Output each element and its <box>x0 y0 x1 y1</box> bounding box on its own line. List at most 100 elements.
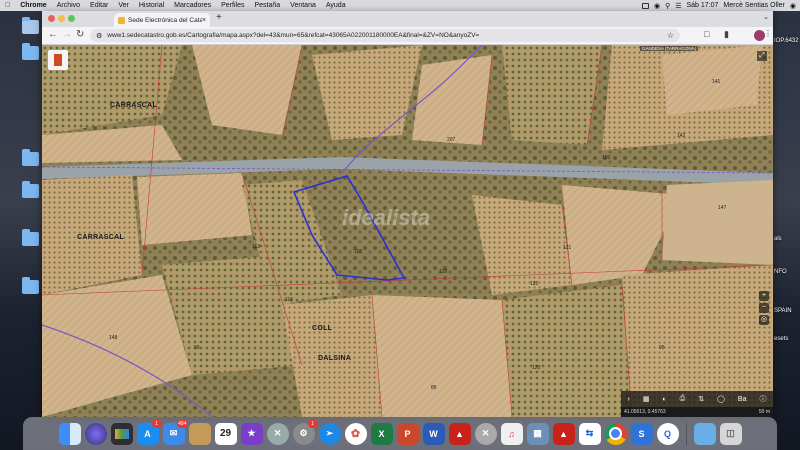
dock-separator <box>685 422 687 445</box>
teamviewer-icon[interactable]: ⇆ <box>578 422 601 445</box>
desktop-folder-icon[interactable] <box>22 17 39 34</box>
menu-pestana[interactable]: Pestaña <box>254 2 280 9</box>
disk-utility-icon[interactable]: ✕ <box>266 422 289 445</box>
map-statusbar: 41.05613, 0.45763 50 m <box>621 407 773 417</box>
menu-editar[interactable]: Editar <box>90 2 108 9</box>
zoom-out-button[interactable]: − <box>759 303 769 313</box>
preview-icon[interactable]: ▦ <box>526 422 549 445</box>
browser-window: Sede Electrónica del Catastro × + ⌄ ← → … <box>42 11 773 417</box>
side-panel-icon[interactable]: ▮ <box>724 29 729 40</box>
utility-icon[interactable]: ✕ <box>474 422 497 445</box>
municipality-label: GANDESA (TARRAGONA) <box>640 46 699 51</box>
quicktime-icon[interactable]: Q <box>656 422 679 445</box>
desktop-folder-icon[interactable] <box>22 277 39 294</box>
acrobat-reader-icon[interactable]: ▲ <box>552 422 575 445</box>
word-icon[interactable]: W <box>422 422 445 445</box>
photos-icon[interactable]: ✿ <box>344 422 367 445</box>
powerpoint-icon[interactable]: P <box>396 422 419 445</box>
siri-launchpad-icon[interactable] <box>84 422 107 445</box>
mission-control-icon[interactable] <box>110 422 133 445</box>
control-center-icon[interactable]: ☰ <box>675 2 681 10</box>
address-url[interactable]: www1.sedecatastro.gob.es/Cartografia/map… <box>107 32 667 39</box>
extensions-puzzle-icon[interactable]: □ <box>704 29 709 39</box>
wifi-icon[interactable]: ◉ <box>654 2 660 10</box>
new-tab-button[interactable]: + <box>216 12 222 23</box>
print-icon[interactable]: ⎙ <box>680 395 686 403</box>
battery-icon[interactable] <box>641 2 649 9</box>
parcel-number: 142 <box>677 133 686 139</box>
notes-folder-icon[interactable] <box>188 422 211 445</box>
menu-app-name[interactable]: Chrome <box>20 2 46 9</box>
acrobat-icon[interactable]: ▲ <box>448 422 471 445</box>
system-preferences-icon[interactable]: ⚙ 1 <box>292 419 318 445</box>
desktop-folder-icon[interactable] <box>22 149 39 166</box>
desktop-folder-icon[interactable] <box>22 229 39 246</box>
desktop-folder-icon[interactable] <box>22 43 39 60</box>
bookmark-star-icon[interactable]: ☆ <box>667 31 674 40</box>
chrome-icon[interactable] <box>604 422 627 445</box>
address-bar[interactable]: ⚙ www1.sedecatastro.gob.es/Cartografia/m… <box>90 29 680 42</box>
downloads-folder-icon[interactable] <box>693 422 716 445</box>
browser-toolbar: ← → ↻ ⚙ www1.sedecatastro.gob.es/Cartogr… <box>42 27 773 45</box>
menu-marcadores[interactable]: Marcadores <box>174 2 211 9</box>
locate-icon[interactable]: ◎ <box>759 315 769 325</box>
desktop-file-label[interactable]: NFO <box>774 269 787 275</box>
close-window-button[interactable] <box>48 15 55 22</box>
calendar-icon[interactable]: 29 <box>214 422 237 445</box>
reload-icon[interactable]: ↻ <box>76 29 84 40</box>
desktop-file-label[interactable]: als <box>774 236 782 242</box>
zoom-in-button[interactable]: + <box>759 291 769 301</box>
globe-icon[interactable]: ◐ <box>662 396 666 403</box>
catastro-logo-icon[interactable] <box>48 50 68 70</box>
parcel-number: 95 <box>659 345 665 351</box>
trash-icon[interactable]: ◫ <box>719 422 742 445</box>
menu-historial[interactable]: Historial <box>139 2 164 9</box>
music-icon[interactable]: ♫ <box>500 422 523 445</box>
app-store-icon[interactable]: A1 <box>136 419 162 445</box>
menu-user[interactable]: Mercè Sentias Oller <box>723 2 784 9</box>
apple-icon[interactable]:  <box>5 2 10 9</box>
skype-icon[interactable]: S <box>630 422 653 445</box>
close-tab-icon[interactable]: × <box>202 17 206 24</box>
menu-archivo[interactable]: Archivo <box>57 2 80 9</box>
menu-ventana[interactable]: Ventana <box>290 2 316 9</box>
mail-icon[interactable]: ✉ 494 <box>162 419 188 445</box>
siri-icon[interactable]: ◉ <box>790 2 796 10</box>
menu-perfiles[interactable]: Perfiles <box>221 2 244 9</box>
site-info-icon[interactable]: ⚙ <box>96 32 102 40</box>
menu-ayuda[interactable]: Ayuda <box>326 2 346 9</box>
minimize-window-button[interactable] <box>58 15 65 22</box>
basemap-toggle[interactable]: Ba <box>738 396 747 403</box>
parcel-number: 207 <box>447 137 456 143</box>
info-icon[interactable]: ⓘ <box>759 394 766 404</box>
menu-ver[interactable]: Ver <box>118 2 129 9</box>
desktop-file-label[interactable]: SPAIN <box>774 308 792 314</box>
excel-icon[interactable]: X <box>370 422 393 445</box>
catastro-favicon-icon <box>118 16 125 24</box>
desktop-file-label[interactable]: IOP.6432 <box>774 38 799 44</box>
zoom-window-button[interactable] <box>68 15 75 22</box>
search-icon[interactable]: ⚲ <box>665 2 670 10</box>
cadastral-map[interactable]: GANDESA (TARRAGONA) ⤢ CARRASCAL CARRASCA… <box>42 45 773 417</box>
desktop-file-label[interactable]: esets <box>774 336 788 342</box>
fullscreen-icon[interactable]: ⤢ <box>757 51 767 61</box>
back-arrow-icon[interactable]: ← <box>48 29 58 40</box>
measure-icon[interactable]: ⇅ <box>698 395 704 403</box>
map-toolbar: › ▦ ◐ ⎙ ⇅ ◯ Ba ⓘ <box>621 391 773 407</box>
menu-clock[interactable]: Sáb 17:07 <box>687 2 719 9</box>
tab-catastro[interactable]: Sede Electrónica del Catastro × <box>114 13 210 27</box>
mail-badge: 494 <box>177 419 188 428</box>
finder-icon[interactable] <box>58 422 81 445</box>
safari-icon[interactable]: ➢ <box>318 422 341 445</box>
forward-arrow-icon[interactable]: → <box>62 29 72 40</box>
ruler-icon[interactable]: ◯ <box>717 395 725 403</box>
parcel-number: 121 <box>563 245 572 251</box>
desktop-folder-icon[interactable] <box>22 181 39 198</box>
menu-bar:  Chrome Archivo Editar Ver Historial Ma… <box>0 0 800 11</box>
tab-search-chevron-icon[interactable]: ⌄ <box>763 13 769 21</box>
imovie-star-icon[interactable]: ★ <box>240 422 263 445</box>
layers-icon[interactable]: ▦ <box>643 395 650 403</box>
chevron-right-icon[interactable]: › <box>627 396 629 403</box>
parcel-number: 125 <box>530 281 539 287</box>
chrome-menu-icon[interactable]: ⋮ <box>764 29 772 38</box>
